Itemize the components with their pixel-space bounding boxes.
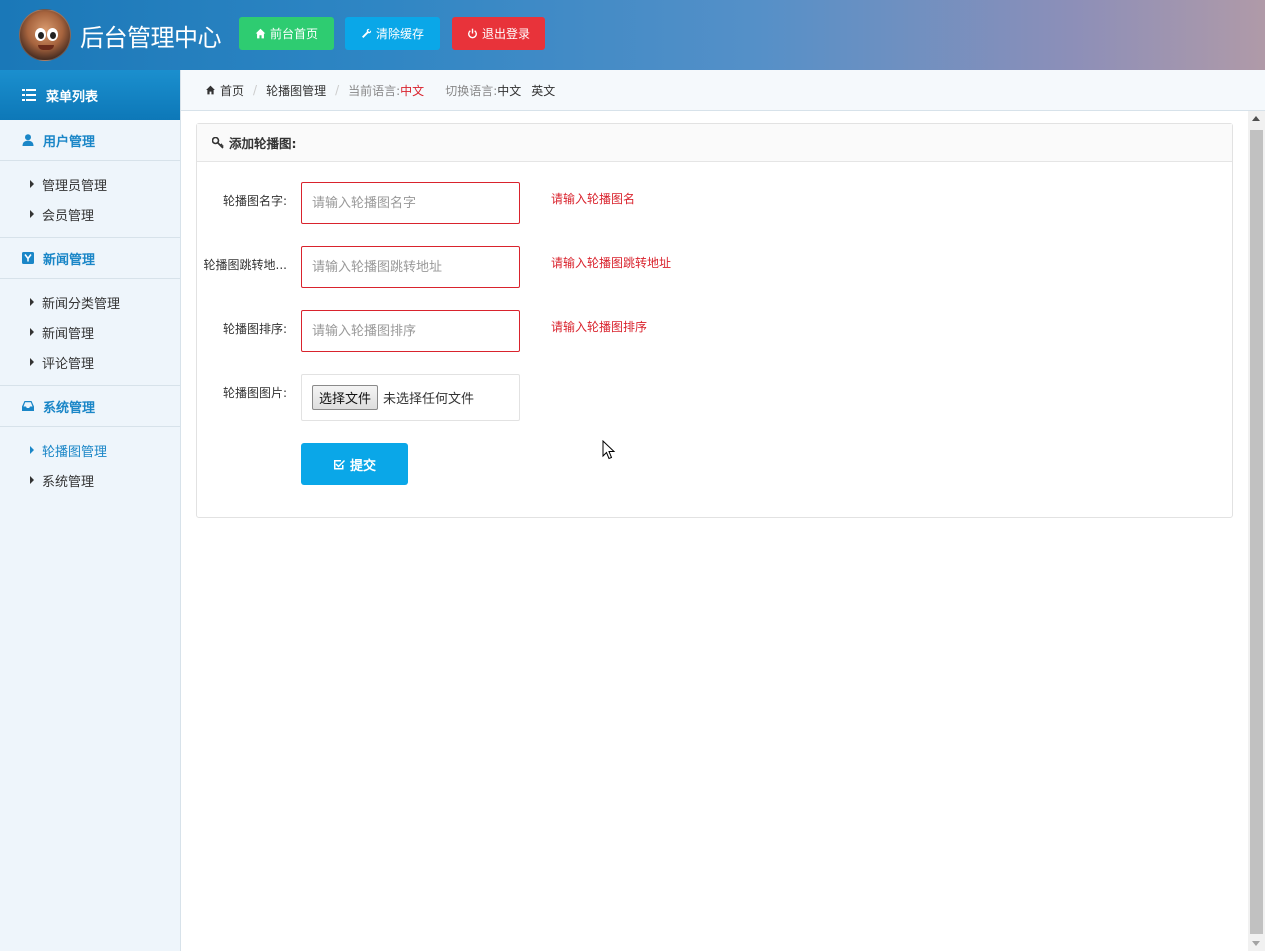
logout-button[interactable]: 退出登录 — [452, 17, 545, 50]
error-name: 请输入轮播图名 — [551, 192, 636, 206]
sidebar-item-carousel[interactable]: 轮播图管理 — [0, 435, 180, 465]
inbox-icon — [22, 401, 34, 411]
sidebar-item-member[interactable]: 会员管理 — [0, 199, 180, 229]
power-icon — [468, 28, 477, 39]
sidebar-group-user-items: 管理员管理 会员管理 — [0, 161, 180, 238]
check-square-icon — [333, 460, 345, 470]
field-label-url: 轮播图跳转地... — [203, 258, 287, 272]
submit-button[interactable]: 提交 — [301, 443, 408, 485]
sidebar-item-news[interactable]: 新闻管理 — [0, 317, 180, 347]
frontend-home-button[interactable]: 前台首页 — [239, 17, 334, 50]
error-order: 请输入轮播图排序 — [551, 320, 648, 334]
avatar — [19, 9, 71, 61]
caret-right-icon — [30, 476, 34, 484]
menu-list-header: 菜单列表 — [0, 70, 180, 120]
mouse-cursor-icon — [602, 440, 616, 460]
caret-right-icon — [30, 358, 34, 366]
caret-right-icon — [30, 298, 34, 306]
sidebar-group-news[interactable]: 新闻管理 — [0, 238, 180, 279]
home-icon — [255, 28, 266, 39]
sidebar-item-system[interactable]: 系统管理 — [0, 465, 180, 495]
carousel-url-input[interactable] — [301, 246, 520, 288]
list-icon — [22, 89, 36, 101]
switch-language-label: 切换语言: — [445, 83, 498, 98]
app-title: 后台管理中心 — [80, 24, 222, 52]
news-icon — [22, 252, 34, 264]
scroll-thumb[interactable] — [1250, 130, 1263, 934]
caret-right-icon — [30, 328, 34, 336]
field-label-name: 轮播图名字: — [222, 194, 287, 208]
top-header: 后台管理中心 前台首页 清除缓存 退出登录 — [0, 0, 1265, 70]
sidebar-group-system[interactable]: 系统管理 — [0, 386, 180, 427]
sidebar-group-user[interactable]: 用户管理 — [0, 120, 180, 161]
caret-right-icon — [30, 180, 34, 188]
scroll-down-arrow-icon[interactable] — [1252, 941, 1260, 946]
carousel-name-input[interactable] — [301, 182, 520, 224]
field-label-image: 轮播图图片: — [222, 386, 287, 400]
add-carousel-panel: 添加轮播图: 轮播图名字: 请输入轮播图名 轮播图跳转地... 请输入轮播图跳转… — [196, 123, 1233, 518]
panel-header: 添加轮播图: — [197, 124, 1232, 162]
breadcrumb: 首页 / 轮播图管理 / 当前语言: 中文 切换语言: 中文 英文 — [181, 70, 1265, 111]
wrench-icon — [362, 28, 372, 38]
key-icon — [212, 136, 224, 149]
sidebar-group-system-items: 轮播图管理 系统管理 — [0, 427, 180, 503]
sidebar-item-news-category[interactable]: 新闻分类管理 — [0, 287, 180, 317]
sidebar-item-comments[interactable]: 评论管理 — [0, 347, 180, 377]
lang-option-english[interactable]: 英文 — [531, 82, 555, 99]
home-icon — [206, 85, 215, 95]
clear-cache-button[interactable]: 清除缓存 — [345, 17, 440, 50]
file-status: 未选择任何文件 — [383, 392, 475, 407]
caret-right-icon — [30, 446, 34, 454]
error-url: 请输入轮播图跳转地址 — [551, 256, 672, 270]
panel-title: 添加轮播图: — [229, 136, 297, 151]
user-icon — [22, 134, 34, 146]
lang-option-chinese[interactable]: 中文 — [497, 82, 521, 99]
sidebar: 菜单列表 用户管理 管理员管理 会员管理 新闻管理 新闻分类管理 新闻管理 评论… — [0, 70, 181, 951]
field-label-order: 轮播图排序: — [222, 322, 287, 336]
image-file-picker: 选择文件 未选择任何文件 — [301, 374, 520, 421]
scroll-up-arrow-icon[interactable] — [1252, 116, 1260, 121]
vertical-scrollbar[interactable] — [1248, 111, 1265, 951]
sidebar-item-admin[interactable]: 管理员管理 — [0, 169, 180, 199]
caret-right-icon — [30, 210, 34, 218]
current-language-label: 当前语言: — [348, 83, 401, 98]
current-language-value: 中文 — [400, 83, 425, 98]
breadcrumb-current[interactable]: 轮播图管理 — [266, 82, 326, 99]
sidebar-group-news-items: 新闻分类管理 新闻管理 评论管理 — [0, 279, 180, 386]
choose-file-button[interactable]: 选择文件 — [312, 385, 379, 410]
breadcrumb-home[interactable]: 首页 — [220, 82, 244, 99]
carousel-order-input[interactable] — [301, 310, 520, 352]
